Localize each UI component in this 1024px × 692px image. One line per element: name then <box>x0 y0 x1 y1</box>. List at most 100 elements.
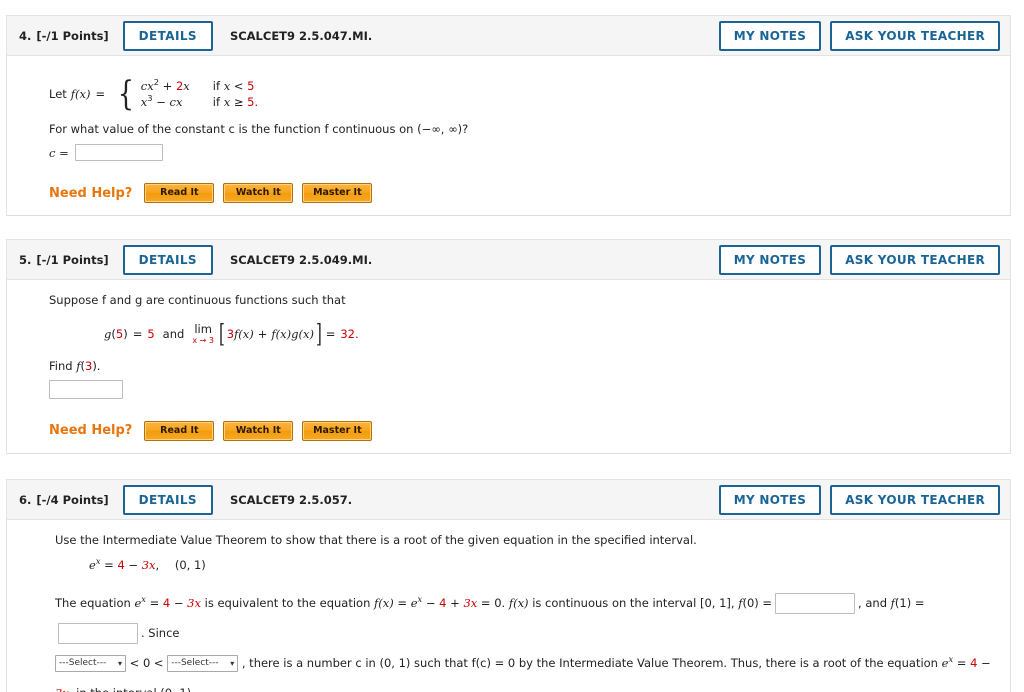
flow-fx-2: f(x) <box>508 595 529 610</box>
problem-number-5: 5. <box>19 252 32 267</box>
piece1-cond-value: 5 <box>247 79 255 93</box>
master-it-button-5[interactable]: Master It <box>302 420 373 441</box>
f-of-zero-input[interactable] <box>775 592 856 614</box>
ivt-paragraph-line-2: ---Select--- ▾ < 0 < ---Select--- ▾ , ther… <box>55 648 994 692</box>
piece2-minus: − <box>156 95 166 109</box>
f-of-one-input[interactable] <box>58 622 138 644</box>
piece-1-condition: if x < 5 <box>213 78 255 94</box>
flow-3x-b: 3x <box>463 595 478 610</box>
piecewise-line-1: cx2 + 2x if x < 5 <box>141 78 258 94</box>
problem-number-6: 6. <box>19 492 32 507</box>
problem-body-4: Let f(x) = { cx2 + 2x if x < 5 x3 − cx i… <box>7 56 1010 216</box>
mid-text-3: , in the interval (0, 1). <box>69 686 195 692</box>
eq-constant: 4 <box>117 557 125 572</box>
problem-points-5: [-/1 Points] <box>36 252 109 267</box>
limit-subscript: x → 3 <box>192 335 214 345</box>
piece1-plus: + <box>162 79 173 93</box>
select-left-value: ---Select--- <box>59 657 107 668</box>
ask-your-teacher-button-4[interactable]: ASK YOUR TEACHER <box>830 20 1000 51</box>
limit-operator: lim x → 3 <box>192 322 214 345</box>
find-f-label: f <box>76 358 81 373</box>
g-function-name: g <box>104 326 112 341</box>
need-help-label-4: Need Help? <box>49 185 133 201</box>
problem-header-6: 6. [-/4 Points] DETAILS SCALCET9 2.5.057… <box>7 479 1010 520</box>
select-right-dropdown[interactable]: ---Select--- ▾ <box>167 654 239 672</box>
problem-body-6: Use the Intermediate Value Theorem to sh… <box>7 520 1010 692</box>
ask-your-teacher-button-6[interactable]: ASK YOUR TEACHER <box>830 484 1000 515</box>
g-argument: (5) <box>111 326 128 341</box>
g-equals: = <box>132 326 143 341</box>
watch-it-button-5[interactable]: Watch It <box>223 420 294 441</box>
left-bracket-icon: [ <box>218 318 225 348</box>
piece2-cond-value: 5. <box>247 95 259 109</box>
limit-fg-product: f(x)g(x) <box>271 326 314 341</box>
need-help-row-5: Need Help? Read It Watch It Master It <box>49 420 994 441</box>
limit-equation-5: g (5) = 5 and lim x → 3 [ 3 f(x) + f(x)g(x… <box>104 318 994 348</box>
section-divider-5 <box>7 452 1010 454</box>
read-it-button-4[interactable]: Read It <box>144 183 215 203</box>
problem-code-6: SCALCET9 2.5.057. <box>229 492 353 507</box>
flow-3x-c: 3x <box>55 686 69 692</box>
eq-exponent: x <box>95 555 101 566</box>
piece-1-expression: cx2 + 2x <box>141 78 213 94</box>
flow-text-2: is equivalent to the equation <box>200 595 375 610</box>
limit-plus: + <box>257 326 268 341</box>
my-notes-button-5[interactable]: MY NOTES <box>718 244 822 275</box>
flow-e-2: e <box>410 595 418 610</box>
mid-text-1: < 0 < <box>129 655 164 670</box>
flow-f1-label: f <box>890 595 895 610</box>
problem-number-4: 4. <box>19 28 32 43</box>
problem-card-5: 5. [-/1 Points] DETAILS SCALCET9 2.5.049… <box>6 239 1011 454</box>
equals-sign: = <box>95 87 106 101</box>
piece1-exponent: 2 <box>153 77 160 88</box>
flow-4-c: 4 <box>970 655 978 670</box>
flow-4-a: 4 <box>162 595 171 610</box>
watch-it-button-4[interactable]: Watch It <box>223 183 294 203</box>
flow-3x-a: 3x <box>187 595 201 610</box>
eq-interval: (0, 1) <box>174 557 206 572</box>
find-arg: 3 <box>84 358 93 373</box>
details-button-6[interactable]: DETAILS <box>122 484 213 515</box>
need-help-label-5: Need Help? <box>49 423 133 439</box>
problem-statement-5: Suppose f and g are continuous functions… <box>49 293 346 307</box>
flow-e-2-sup: x <box>417 593 423 604</box>
problem-body-5: Suppose f and g are continuous functions… <box>7 280 1010 454</box>
flow-e-3-sup: x <box>948 653 954 664</box>
piece2-cond-var: x <box>223 95 231 109</box>
mid-text-2: , there is a number c in (0, 1) such tha… <box>241 655 942 670</box>
flow-e-1-sup: x <box>141 593 146 604</box>
piece2-relation: ≥ <box>233 95 244 109</box>
answer-input-c[interactable] <box>74 144 163 161</box>
problem-code-5: SCALCET9 2.5.049.MI. <box>229 252 373 267</box>
details-button-5[interactable]: DETAILS <box>122 244 213 275</box>
piece1-var: x <box>183 79 190 93</box>
limit-result: 32. <box>340 326 359 341</box>
limit-f-of-x: f(x) <box>234 326 254 341</box>
eq-linear-term: 3x <box>141 557 156 572</box>
answer-input-f3[interactable] <box>49 379 123 399</box>
details-button-4[interactable]: DETAILS <box>122 20 213 51</box>
select-left-dropdown[interactable]: ---Select--- ▾ <box>55 654 126 672</box>
problem-header-4: 4. [-/1 Points] DETAILS SCALCET9 2.5.047… <box>7 15 1010 56</box>
ask-your-teacher-button-5[interactable]: ASK YOUR TEACHER <box>830 244 1000 275</box>
piece1-relation: < <box>233 79 244 93</box>
given-equation-6: ex = 4 − 3x, (0, 1) <box>89 555 994 572</box>
my-notes-button-4[interactable]: MY NOTES <box>718 20 822 51</box>
piece2-exponent: 3 <box>147 93 153 104</box>
problem-points-6: [-/4 Points] <box>36 492 109 507</box>
flow-fx: f(x) <box>374 595 394 610</box>
answer-row-4: c = <box>49 144 994 161</box>
assignment-page: 4. [-/1 Points] DETAILS SCALCET9 2.5.047… <box>0 0 1024 692</box>
let-prefix: Let <box>49 86 67 101</box>
problem-card-6: 6. [-/4 Points] DETAILS SCALCET9 2.5.057… <box>6 479 1011 692</box>
piece2-var: x <box>175 95 183 109</box>
my-notes-button-6[interactable]: MY NOTES <box>718 484 822 515</box>
eq-comma: , <box>155 557 160 572</box>
problem-points-4: [-/1 Points] <box>36 28 109 43</box>
left-brace-icon: { <box>117 74 135 114</box>
chevron-down-icon-2: ▾ <box>230 658 235 668</box>
read-it-button-5[interactable]: Read It <box>144 420 215 441</box>
flow-text-1: The equation <box>55 595 135 610</box>
piece-2-expression: x3 − cx <box>141 94 213 110</box>
master-it-button-4[interactable]: Master It <box>302 183 373 203</box>
